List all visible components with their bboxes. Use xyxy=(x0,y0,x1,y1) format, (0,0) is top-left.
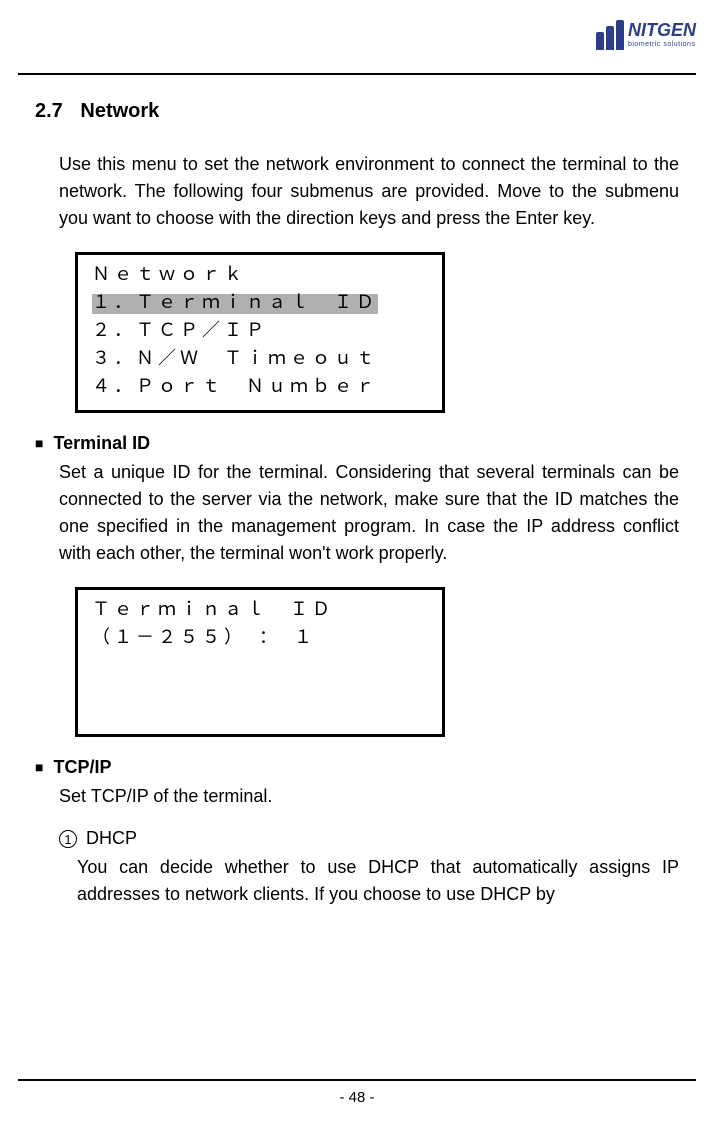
section-number: 2.7 xyxy=(35,100,63,123)
section-title: 2.7 Network xyxy=(35,100,679,123)
section-name: Network xyxy=(80,100,159,122)
menu-item-2: ２．ＴＣＰ／ＩＰ xyxy=(92,319,428,347)
dhcp-title: DHCP xyxy=(86,828,137,848)
dhcp-title-row: 1 DHCP xyxy=(59,828,679,849)
page-number: - 48 - xyxy=(339,1089,374,1106)
intro-paragraph: Use this menu to set the network environ… xyxy=(59,151,679,232)
circled-number-icon: 1 xyxy=(59,830,77,848)
logo-main-text: NITGEN xyxy=(628,20,696,41)
dhcp-body-wrap: You can decide whether to use DHCP that … xyxy=(77,854,679,908)
tcpip-body: Set TCP/IP of the terminal. xyxy=(59,783,679,810)
tcpip-title: TCP/IP xyxy=(53,757,111,777)
terminal-display-line2: （１－２５５） ： １ xyxy=(92,626,428,654)
page-header: NITGEN biometric solutions xyxy=(18,15,696,75)
logo-bars-icon xyxy=(596,20,624,50)
dhcp-body: You can decide whether to use DHCP that … xyxy=(77,854,679,908)
terminal-id-heading: ■ Terminal ID xyxy=(35,433,679,454)
menu-item-3: ３．Ｎ／Ｗ Ｔｉｍｅｏｕｔ xyxy=(92,347,428,375)
logo-text: NITGEN biometric solutions xyxy=(628,20,696,48)
terminal-id-display: Ｔｅｒｍｉｎａｌ ＩＤ （１－２５５） ： １ xyxy=(75,587,445,737)
page-footer: - 48 - xyxy=(18,1079,696,1106)
menu-item-selected: １．Ｔｅｒｍｉｎａｌ ＩＤ xyxy=(92,294,378,314)
brand-logo: NITGEN biometric solutions xyxy=(596,20,696,50)
terminal-id-body-wrap: Set a unique ID for the terminal. Consid… xyxy=(59,459,679,567)
dhcp-block: 1 DHCP You can decide whether to use DHC… xyxy=(59,828,679,908)
terminal-id-title: Terminal ID xyxy=(53,433,150,453)
page-content: 2.7 Network Use this menu to set the net… xyxy=(0,75,714,908)
menu-title-row: Ｎｅｔｗｏｒｋ xyxy=(92,263,428,291)
section-body: Use this menu to set the network environ… xyxy=(59,151,679,232)
tcpip-heading: ■ TCP/IP xyxy=(35,757,679,778)
terminal-display-line1: Ｔｅｒｍｉｎａｌ ＩＤ xyxy=(92,598,428,626)
logo-sub-text: biometric solutions xyxy=(628,41,696,48)
menu-item-1: １．Ｔｅｒｍｉｎａｌ ＩＤ xyxy=(92,291,428,319)
menu-item-4: ４．Ｐｏｒｔ Ｎｕｍｂｅｒ xyxy=(92,375,428,403)
square-bullet-icon: ■ xyxy=(35,435,43,451)
terminal-id-body: Set a unique ID for the terminal. Consid… xyxy=(59,459,679,567)
square-bullet-icon: ■ xyxy=(35,759,43,775)
tcpip-body-wrap: Set TCP/IP of the terminal. 1 DHCP You c… xyxy=(59,783,679,908)
network-menu-display: Ｎｅｔｗｏｒｋ １．Ｔｅｒｍｉｎａｌ ＩＤ ２．ＴＣＰ／ＩＰ ３．Ｎ／Ｗ Ｔｉｍ… xyxy=(75,252,445,413)
